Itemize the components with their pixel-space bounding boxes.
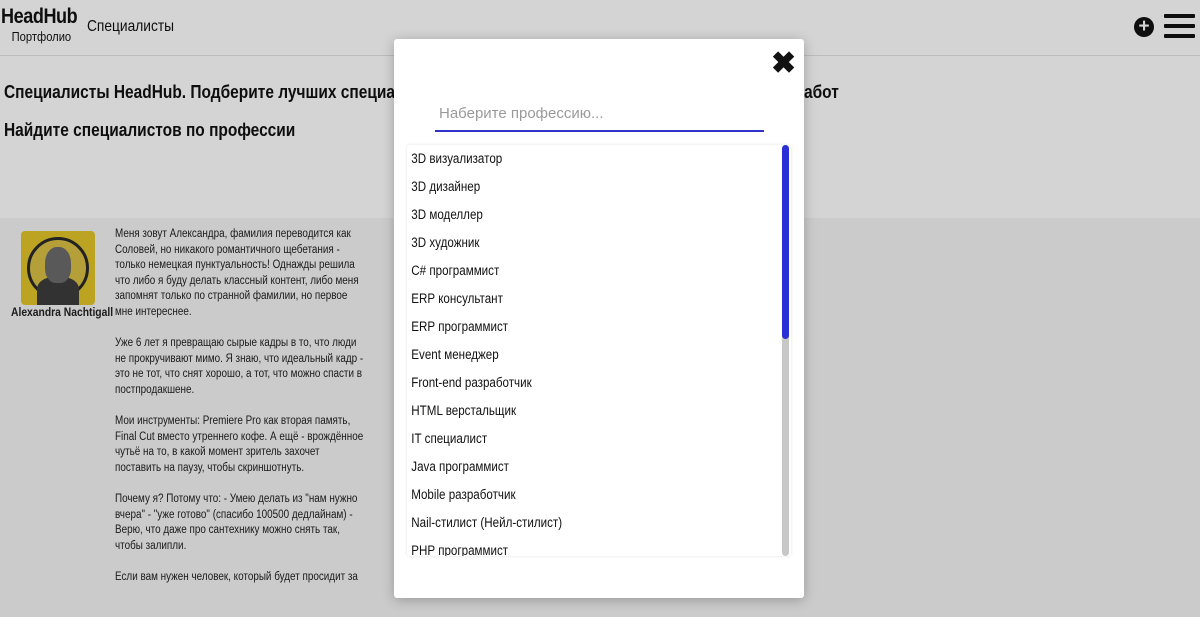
page: HeadHub Портфолио Специалисты + Специали… <box>0 0 1200 617</box>
list-item[interactable]: 3D художник <box>407 229 737 257</box>
list-item[interactable]: Java программист <box>407 453 737 481</box>
list-item[interactable]: ERP консультант <box>407 285 737 313</box>
profession-modal: ✖ 3D визуализатор 3D дизайнер 3D моделле… <box>394 39 804 598</box>
list-item[interactable]: HTML верстальщик <box>407 397 737 425</box>
list-item[interactable]: PHP программист <box>407 537 737 556</box>
list-item[interactable]: C# программист <box>407 257 737 285</box>
profession-list-scroll-thumb[interactable] <box>782 145 789 339</box>
list-item[interactable]: ERP программист <box>407 313 737 341</box>
list-item[interactable]: Nail-стилист (Нейл-стилист) <box>407 509 737 537</box>
list-item[interactable]: IT специалист <box>407 425 737 453</box>
profession-list: 3D визуализатор 3D дизайнер 3D моделлер … <box>407 145 791 556</box>
list-item[interactable]: Front-end разработчик <box>407 369 737 397</box>
list-item[interactable]: 3D визуализатор <box>407 145 737 173</box>
list-item[interactable]: 3D моделлер <box>407 201 737 229</box>
list-item[interactable]: Event менеджер <box>407 341 737 369</box>
list-item[interactable]: Mobile разработчик <box>407 481 737 509</box>
profession-search-input[interactable] <box>435 97 764 132</box>
list-item[interactable]: 3D дизайнер <box>407 173 737 201</box>
close-icon[interactable]: ✖ <box>771 49 796 79</box>
